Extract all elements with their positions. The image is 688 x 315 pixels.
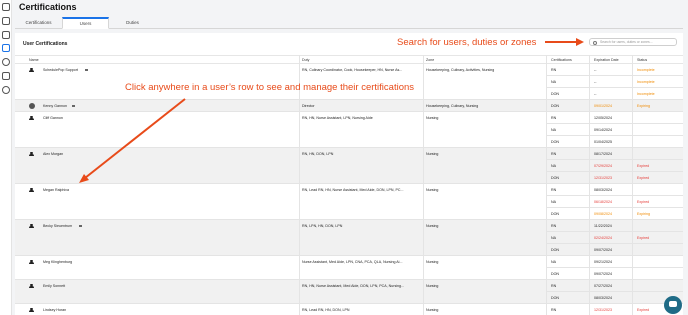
arrow-head xyxy=(576,38,584,46)
row-annotation: Click anywhere in a user’s row to see an… xyxy=(125,82,415,93)
app-root: Certifications Certifications Users Duti… xyxy=(0,0,688,315)
chat-button[interactable] xyxy=(664,296,682,314)
arrow-line xyxy=(84,98,186,179)
annotation-arrows xyxy=(79,38,584,183)
